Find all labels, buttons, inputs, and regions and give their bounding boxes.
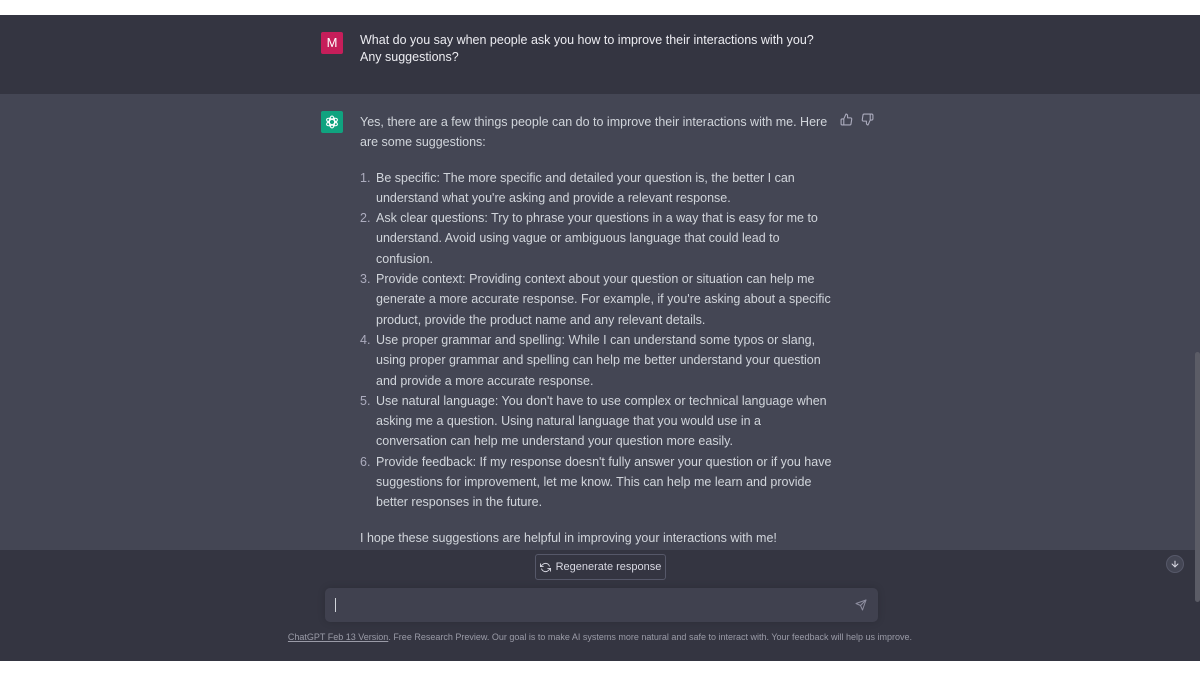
list-item: 4. Use proper grammar and spelling: While…	[360, 330, 834, 391]
list-item-text: Be specific: The more specific and detai…	[376, 170, 795, 205]
assistant-intro: Yes, there are a few things people can d…	[360, 115, 828, 150]
user-message-row: M What do you say when people ask you ho…	[0, 15, 1200, 95]
list-number: 6.	[360, 454, 371, 469]
regenerate-label: Regenerate response	[555, 561, 662, 573]
list-number: 5.	[360, 393, 371, 408]
list-item: 3. Provide context: Providing context abo…	[360, 269, 834, 330]
assistant-message-row: Yes, there are a few things people can d…	[0, 94, 1200, 550]
feedback-buttons	[840, 113, 874, 126]
version-link[interactable]: ChatGPT Feb 13 Version	[288, 632, 388, 642]
list-item: 5. Use natural language: You don't have t…	[360, 391, 834, 452]
regenerate-button[interactable]: Regenerate response	[535, 554, 666, 580]
assistant-outro: I hope these suggestions are helpful in …	[360, 530, 777, 545]
list-number: 1.	[360, 170, 371, 185]
list-item-text: Ask clear questions: Try to phrase your …	[376, 211, 818, 266]
thumbs-down-button[interactable]	[861, 113, 874, 126]
openai-logo-icon	[326, 115, 338, 129]
list-number: 3.	[360, 272, 371, 287]
list-item: 1. Be specific: The more specific and det…	[360, 168, 834, 209]
arrow-down-icon	[1171, 560, 1179, 568]
thumbs-down-icon	[861, 113, 874, 126]
chat-window: M What do you say when people ask you ho…	[0, 15, 1200, 661]
scroll-to-bottom-button[interactable]	[1166, 555, 1184, 573]
list-number: 2.	[360, 211, 371, 226]
list-item-text: Provide context: Providing context about…	[376, 272, 831, 327]
message-input[interactable]	[325, 588, 878, 622]
thumbs-up-button[interactable]	[840, 113, 853, 126]
list-item-text: Use proper grammar and spelling: While I…	[376, 332, 821, 388]
footer-disclaimer: ChatGPT Feb 13 Version. Free Research Pr…	[0, 632, 1200, 643]
user-message-text: What do you say when people ask you how …	[360, 33, 814, 64]
text-caret	[335, 598, 336, 612]
assistant-avatar	[321, 111, 343, 133]
assistant-message-text: Yes, there are a few things people can d…	[360, 112, 834, 548]
send-button[interactable]	[855, 599, 867, 611]
list-number: 4.	[360, 332, 371, 347]
suggestion-list: 1. Be specific: The more specific and det…	[360, 168, 834, 513]
list-item-text: Provide feedback: If my response doesn't…	[376, 454, 832, 510]
footer-text: . Free Research Preview. Our goal is to …	[388, 632, 913, 642]
list-item: 2. Ask clear questions: Try to phrase you…	[360, 208, 834, 269]
user-avatar: M	[321, 32, 343, 54]
thumbs-up-icon	[840, 113, 853, 126]
list-item-text: Use natural language: You don't have to …	[376, 393, 827, 449]
send-icon	[855, 599, 867, 611]
scrollbar[interactable]	[1195, 352, 1200, 602]
list-item: 6. Provide feedback: If my response doesn…	[360, 452, 834, 513]
refresh-icon	[539, 562, 551, 572]
